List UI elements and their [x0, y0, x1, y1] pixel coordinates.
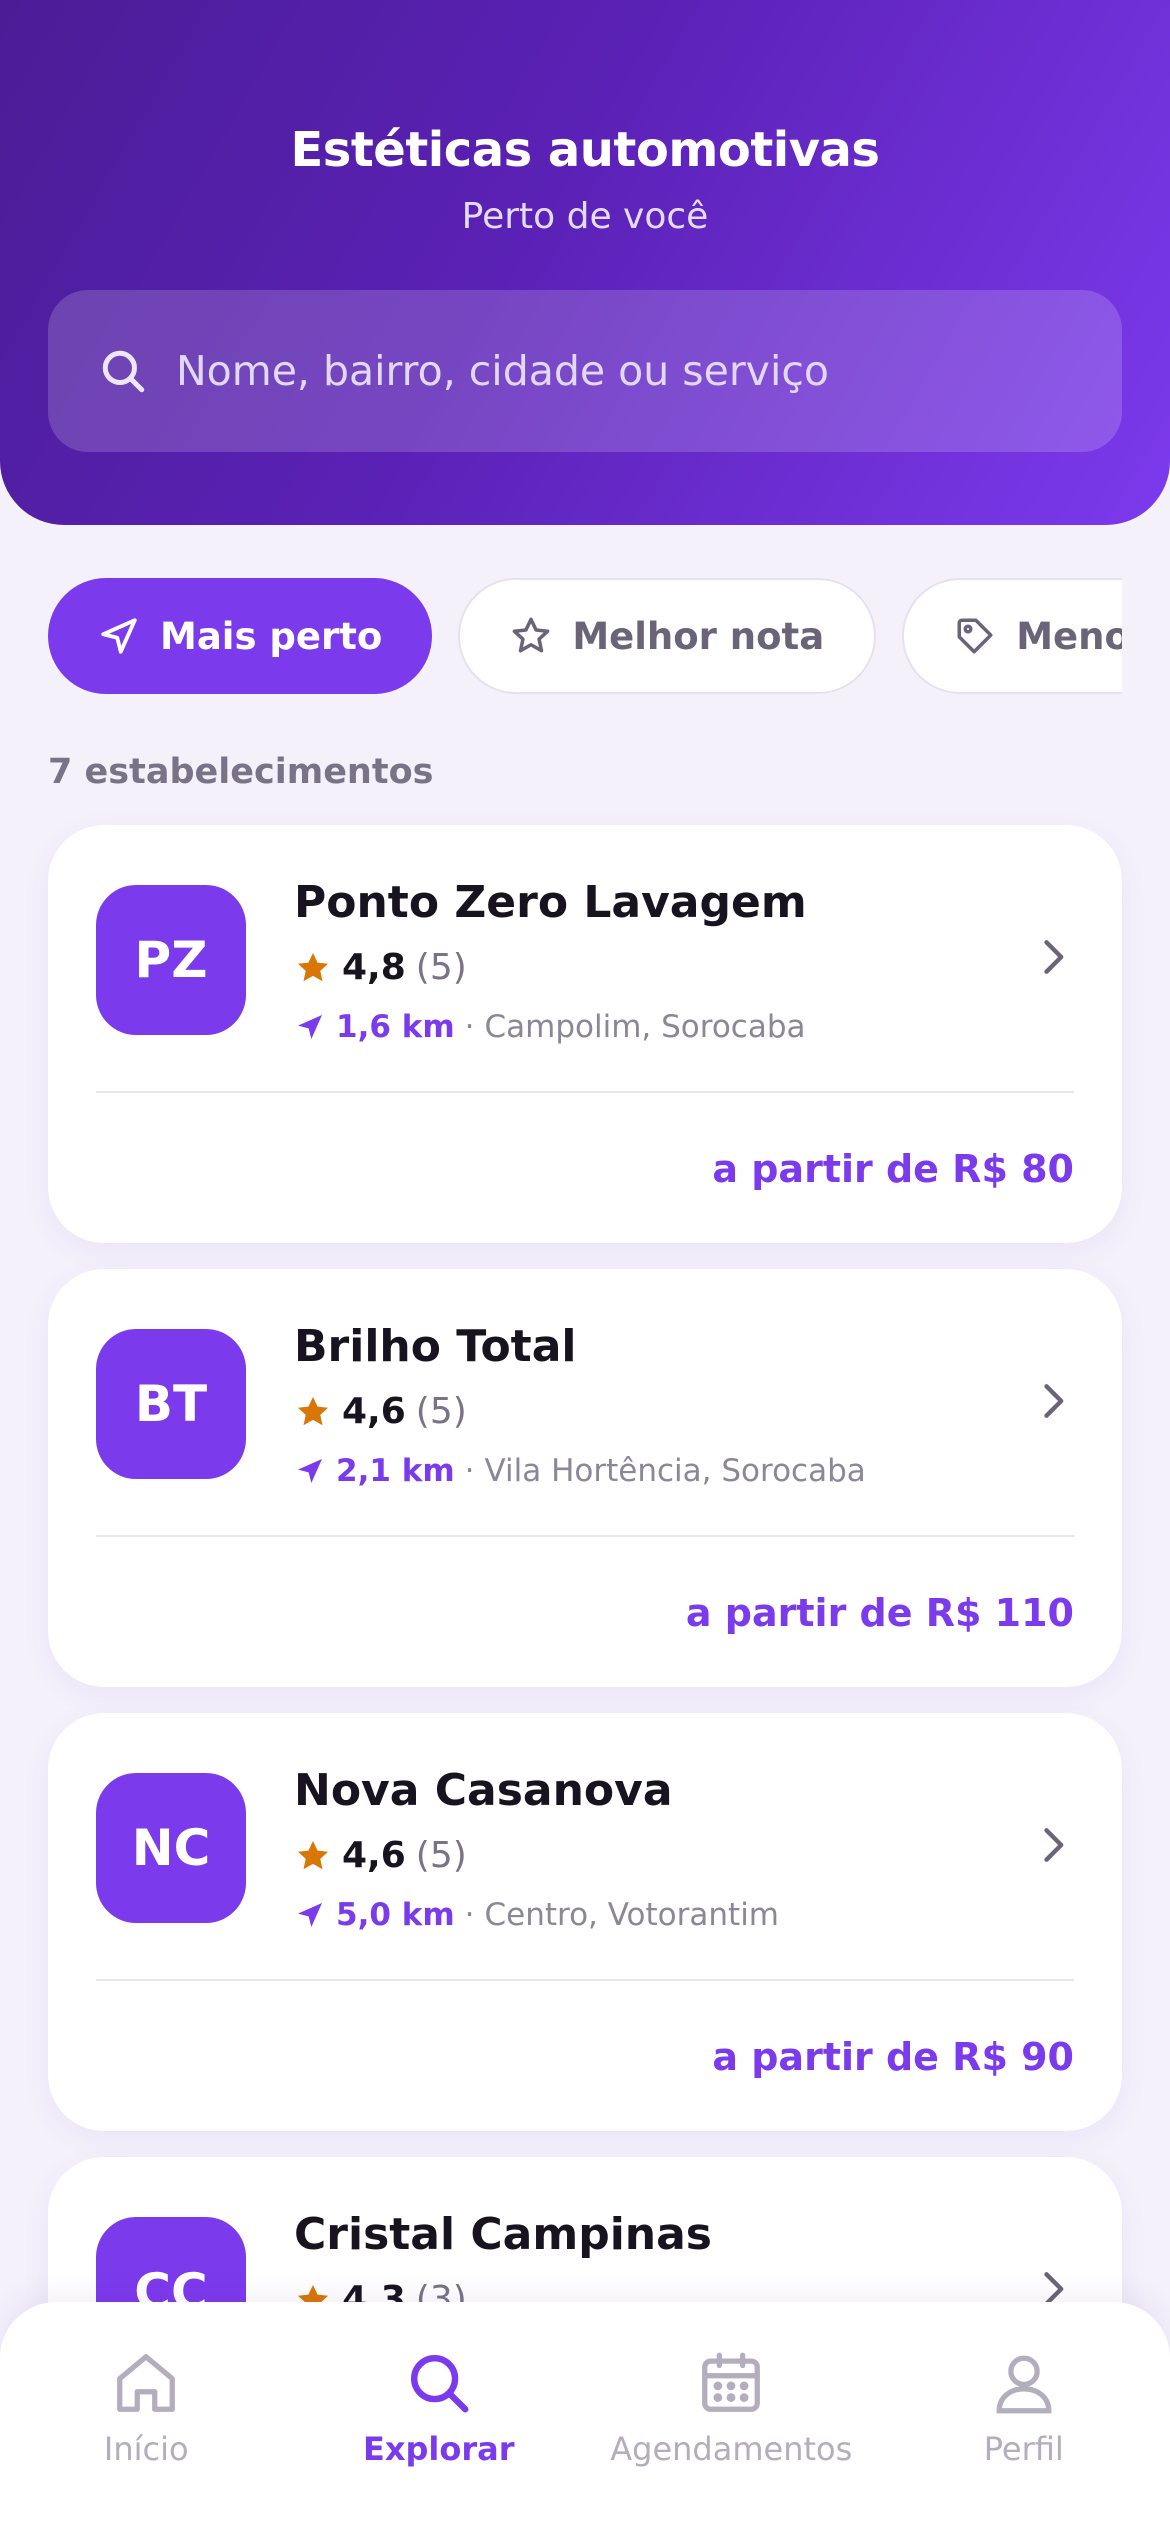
chevron-right-icon — [1044, 940, 1064, 974]
navigation-arrow-icon — [298, 1015, 322, 1039]
establishment-card[interactable]: BT Brilho Total 4,6 (5) 2,1 km · Vila Ho… — [48, 1269, 1122, 1687]
calendar-icon — [702, 2352, 761, 2412]
location: 2,1 km · Vila Hortência, Sorocaba — [294, 1453, 866, 1489]
divider — [96, 1535, 1074, 1537]
rating-value: 4,6 — [342, 1835, 406, 1876]
nav-label: Início — [103, 2430, 189, 2468]
nav-label: Agendamentos — [610, 2430, 853, 2468]
price-tag-icon — [957, 618, 993, 654]
neighborhood-city: Campolim, Sorocaba — [484, 1009, 806, 1045]
nav-label: Explorar — [362, 2430, 515, 2468]
avatar: NC — [96, 1773, 246, 1923]
distance: 2,1 km — [336, 1453, 455, 1489]
distance: 1,6 km — [336, 1009, 455, 1045]
establishment-name: Ponto Zero Lavagem — [294, 877, 807, 928]
separator: · — [464, 1897, 475, 1933]
rating: 4,8 (5) — [294, 947, 467, 988]
star-icon — [297, 952, 329, 981]
nav-item-home[interactable]: Início — [0, 2302, 293, 2532]
avatar: BT — [96, 1329, 246, 1479]
separator: · — [464, 1453, 475, 1489]
chevron-right-icon — [1044, 1828, 1064, 1862]
review-count: (5) — [415, 1391, 467, 1432]
starting-price: a partir de R$ 110 — [685, 1591, 1074, 1635]
nav-label: Perfil — [983, 2430, 1064, 2468]
page-title: Estéticas automotivas — [290, 122, 880, 178]
rating: 4,6 (5) — [294, 1835, 467, 1876]
home-icon — [117, 2354, 176, 2412]
neighborhood-city: Centro, Votorantim — [484, 1897, 780, 1933]
filter-chips: Mais perto Melhor nota Menor preço — [48, 578, 1122, 698]
review-count: (5) — [415, 1835, 467, 1876]
neighborhood-city: Vila Hortência, Sorocaba — [484, 1453, 866, 1489]
results-count: 7 estabelecimentos — [48, 752, 434, 792]
filter-chip-label: Melhor nota — [572, 614, 825, 658]
rating-value: 4,6 — [342, 1391, 406, 1432]
navigation-arrow-icon — [298, 1903, 322, 1927]
location: 1,6 km · Campolim, Sorocaba — [294, 1009, 806, 1045]
filter-chip-label: Menor preço — [1016, 614, 1122, 658]
star-icon — [297, 1396, 329, 1425]
nav-item-explore[interactable]: Explorar — [293, 2302, 586, 2532]
chevron-right-icon — [1044, 1384, 1064, 1418]
nav-item-profile[interactable]: Perfil — [878, 2302, 1170, 2532]
separator: · — [464, 1009, 475, 1045]
establishment-card[interactable]: PZ Ponto Zero Lavagem 4,8 (5) 1,6 km · C… — [48, 825, 1122, 1243]
star-icon — [297, 1840, 329, 1869]
bottom-nav: Início Explorar Agendamentos Perfil — [0, 2302, 1170, 2532]
navigation-arrow-icon — [101, 618, 137, 654]
search-icon — [410, 2355, 469, 2413]
establishment-name: Nova Casanova — [294, 1765, 673, 1816]
starting-price: a partir de R$ 80 — [712, 1147, 1074, 1191]
header: Estéticas automotivas Perto de você — [0, 0, 1170, 525]
search-bar[interactable] — [48, 290, 1122, 452]
divider — [96, 1979, 1074, 1981]
rating: 4,6 (5) — [294, 1391, 467, 1432]
review-count: (5) — [415, 947, 467, 988]
filter-chip-label: Mais perto — [160, 614, 383, 658]
filter-chip-best-rating[interactable]: Melhor nota — [458, 578, 877, 694]
establishment-name: Brilho Total — [294, 1321, 577, 1372]
navigation-arrow-icon — [298, 1459, 322, 1483]
filter-chip-nearest[interactable]: Mais perto — [48, 578, 433, 694]
distance: 5,0 km — [336, 1897, 455, 1933]
starting-price: a partir de R$ 90 — [712, 2035, 1074, 2079]
search-icon — [102, 350, 145, 393]
establishment-name: Cristal Campinas — [294, 2209, 712, 2260]
location: 5,0 km · Centro, Votorantim — [294, 1897, 779, 1933]
user-icon — [996, 2355, 1052, 2414]
filter-chip-lowest-price[interactable]: Menor preço — [902, 578, 1122, 694]
avatar: PZ — [96, 885, 246, 1035]
establishment-card[interactable]: NC Nova Casanova 4,6 (5) 5,0 km · Centro… — [48, 1713, 1122, 2131]
rating-value: 4,8 — [342, 947, 406, 988]
search-input[interactable] — [176, 347, 1076, 395]
star-outline-icon — [512, 617, 550, 653]
page-subtitle: Perto de você — [461, 196, 709, 237]
divider — [96, 1091, 1074, 1093]
nav-item-appointments[interactable]: Agendamentos — [585, 2302, 878, 2532]
